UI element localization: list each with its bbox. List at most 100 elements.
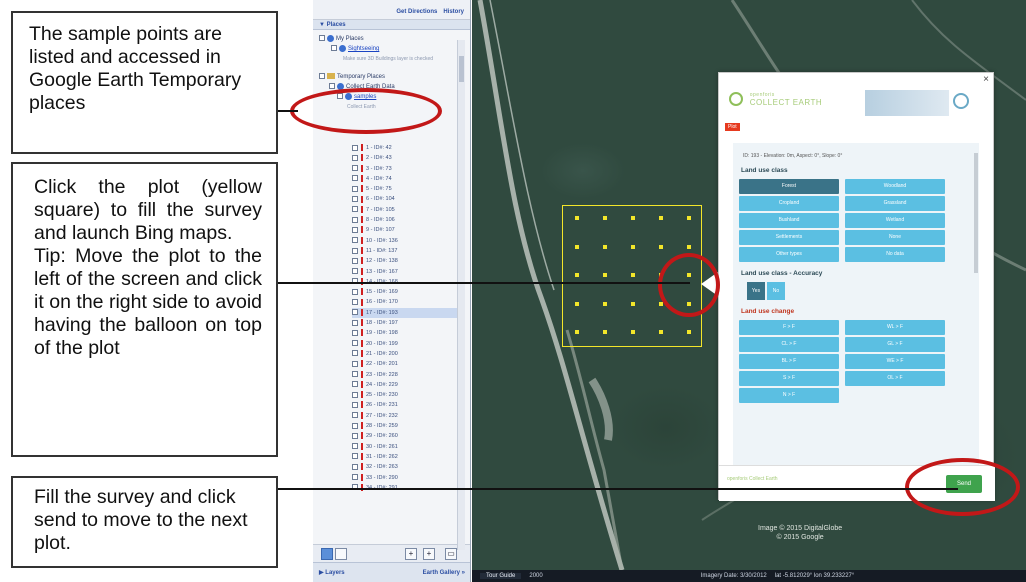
checkbox[interactable] — [352, 360, 358, 367]
sample-point-item[interactable]: 11 - ID#: 137 — [352, 246, 462, 256]
lu-button[interactable]: No data — [845, 247, 945, 262]
change-button[interactable]: BL > F — [739, 354, 839, 369]
lu-button[interactable]: Woodland — [845, 179, 945, 194]
checkbox[interactable] — [352, 412, 358, 419]
checkbox[interactable] — [352, 237, 358, 244]
sample-point-item[interactable]: 20 - ID#: 199 — [352, 339, 462, 349]
lu-button[interactable]: Bushland — [739, 213, 839, 228]
sample-point-item[interactable]: 10 - ID#: 136 — [352, 236, 462, 246]
checkbox[interactable] — [352, 185, 358, 192]
close-icon[interactable]: × — [983, 74, 989, 85]
tree-item[interactable]: Temporary Places — [319, 72, 470, 82]
accuracy-button[interactable]: No — [767, 282, 785, 300]
checkbox[interactable] — [352, 371, 358, 378]
historical-year[interactable]: 2000 — [529, 573, 542, 579]
sample-point-item[interactable]: 29 - ID#: 260 — [352, 431, 462, 441]
sample-point-item[interactable]: 2 - ID#: 43 — [352, 153, 462, 163]
tour-guide-button[interactable]: Tour Guide — [480, 573, 522, 579]
lu-button[interactable]: Other types — [739, 247, 839, 262]
checkbox[interactable] — [352, 175, 358, 182]
checkbox[interactable] — [352, 463, 358, 470]
form-scrollbar[interactable] — [974, 153, 978, 273]
places-view-button[interactable] — [321, 548, 333, 560]
earth-gallery-tab[interactable]: Earth Gallery » — [423, 570, 465, 576]
checkbox[interactable] — [352, 154, 358, 161]
checkbox[interactable] — [329, 83, 335, 90]
checkbox[interactable] — [352, 422, 358, 429]
checkbox[interactable] — [352, 299, 358, 305]
checkbox[interactable] — [352, 453, 358, 460]
checkbox[interactable] — [352, 309, 358, 316]
sample-point-item[interactable]: 13 - ID#: 167 — [352, 267, 462, 277]
add-folder-icon[interactable]: + — [423, 548, 435, 560]
sample-point-item[interactable]: 28 - ID#: 259 — [352, 421, 462, 431]
checkbox[interactable] — [352, 288, 358, 295]
checkbox[interactable] — [352, 257, 358, 264]
checkbox[interactable] — [352, 319, 358, 326]
lu-button[interactable]: Wetland — [845, 213, 945, 228]
menu-icon[interactable]: ▭ — [445, 548, 457, 560]
sample-point-item[interactable]: 30 - ID#: 261 — [352, 442, 462, 452]
lu-button[interactable]: Settlements — [739, 230, 839, 245]
sample-point-item[interactable]: 17 - ID#: 193 — [352, 307, 462, 319]
checkbox[interactable] — [352, 401, 358, 408]
sample-point-item[interactable]: 5 - ID#: 75 — [352, 184, 462, 194]
checkbox[interactable] — [352, 350, 358, 357]
sidebar-scrollbar[interactable] — [457, 40, 465, 550]
checkbox[interactable] — [352, 474, 358, 481]
get-directions-link[interactable]: Get Directions — [396, 9, 437, 15]
sample-point-item[interactable]: 18 - ID#: 197 — [352, 318, 462, 328]
sample-point-item[interactable]: 3 - ID#: 73 — [352, 164, 462, 174]
checkbox[interactable] — [352, 443, 358, 450]
sample-point-item[interactable]: 21 - ID#: 200 — [352, 349, 462, 359]
tree-item[interactable]: Sightseeing — [319, 44, 470, 54]
lu-button[interactable]: Forest — [739, 179, 839, 194]
checkbox[interactable] — [352, 381, 358, 388]
checkbox[interactable] — [352, 391, 358, 398]
sample-point-item[interactable]: 19 - ID#: 198 — [352, 328, 462, 338]
change-button[interactable]: CL > F — [739, 337, 839, 352]
sample-point-item[interactable]: 26 - ID#: 231 — [352, 400, 462, 410]
checkbox[interactable] — [352, 340, 358, 347]
places-header[interactable]: ▼ Places — [313, 20, 470, 30]
sample-point-item[interactable]: 1 - ID#: 42 — [352, 143, 462, 153]
sample-point-item[interactable]: 15 - ID#: 169 — [352, 287, 462, 297]
checkbox[interactable] — [331, 45, 337, 52]
sample-point-item[interactable]: 12 - ID#: 138 — [352, 256, 462, 266]
checkbox[interactable] — [319, 73, 325, 80]
sample-point-item[interactable]: 8 - ID#: 106 — [352, 215, 462, 225]
sample-point-item[interactable]: 25 - ID#: 230 — [352, 390, 462, 400]
lu-button[interactable]: Grassland — [845, 196, 945, 211]
sample-point-item[interactable]: 23 - ID#: 228 — [352, 370, 462, 380]
lu-button[interactable]: None — [845, 230, 945, 245]
layers-tab[interactable]: ▶ Layers — [319, 569, 345, 576]
tree-item[interactable]: My Places — [319, 34, 470, 44]
sample-point-item[interactable]: 6 - ID#: 104 — [352, 194, 462, 204]
checkbox[interactable] — [352, 432, 358, 439]
checkbox[interactable] — [352, 206, 358, 213]
change-button[interactable]: WE > F — [845, 354, 945, 369]
sample-point-item[interactable]: 24 - ID#: 229 — [352, 380, 462, 390]
history-link[interactable]: History — [443, 9, 464, 15]
sample-point-item[interactable]: 27 - ID#: 232 — [352, 411, 462, 421]
sample-point-item[interactable]: 16 - ID#: 170 — [352, 297, 462, 307]
add-icon[interactable]: + — [405, 548, 417, 560]
sample-point-item[interactable]: 33 - ID#: 290 — [352, 473, 462, 483]
checkbox[interactable] — [352, 247, 358, 254]
change-button[interactable]: N > F — [739, 388, 839, 403]
checkbox[interactable] — [319, 35, 325, 42]
sample-point-item[interactable]: 7 - ID#: 105 — [352, 205, 462, 215]
checkbox[interactable] — [352, 165, 358, 172]
lu-button[interactable]: Cropland — [739, 196, 839, 211]
change-button[interactable]: GL > F — [845, 337, 945, 352]
sample-point-item[interactable]: 32 - ID#: 263 — [352, 462, 462, 472]
change-button[interactable]: F > F — [739, 320, 839, 335]
checkbox[interactable] — [352, 268, 358, 275]
layers-view-button[interactable] — [335, 548, 347, 560]
accuracy-button[interactable]: Yes — [747, 282, 765, 300]
scrollbar-thumb[interactable] — [459, 56, 464, 82]
checkbox[interactable] — [352, 329, 358, 336]
change-button[interactable]: WL > F — [845, 320, 945, 335]
change-button[interactable]: S > F — [739, 371, 839, 386]
sample-point-item[interactable]: 31 - ID#: 262 — [352, 452, 462, 462]
